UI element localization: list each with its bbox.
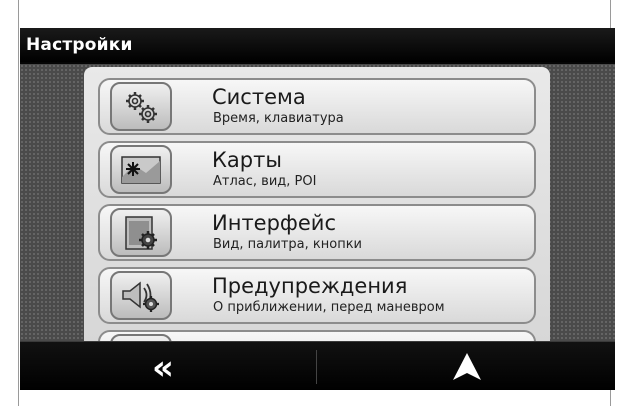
menu-item-icon-box xyxy=(110,334,172,341)
back-double-chevron-icon: « xyxy=(152,348,174,388)
frame-line-left xyxy=(18,0,19,406)
menu-item-sublabel: Вид, палитра, кнопки xyxy=(213,237,363,252)
title-bar: Настройки xyxy=(20,28,615,62)
gears-icon xyxy=(126,92,157,123)
menu-item-icon-box xyxy=(110,271,172,320)
back-button[interactable]: « xyxy=(20,342,316,390)
menu-item-label: Предупреждения xyxy=(212,274,408,298)
menu-item-label: Интерфейс xyxy=(212,211,336,235)
navigate-button[interactable] xyxy=(318,342,615,390)
menu-item-system[interactable]: Система Время, клавиатура xyxy=(98,78,536,135)
toolbar-divider xyxy=(316,350,317,384)
menu-item-icon-box xyxy=(110,208,172,257)
menu-item-icon-box xyxy=(110,82,172,131)
settings-content: Система Время, клавиатура Карты Атлас, в… xyxy=(20,64,615,341)
map-icon xyxy=(121,156,161,184)
menu-item-sublabel: Атлас, вид, POI xyxy=(213,174,317,189)
menu-item-interface[interactable]: Интерфейс Вид, палитра, кнопки xyxy=(98,204,536,261)
menu-item-label: Карты xyxy=(212,148,282,172)
navigation-arrow-icon xyxy=(453,353,481,380)
menu-item-warnings[interactable]: Предупреждения О приближении, перед мане… xyxy=(98,267,536,324)
menu-item-sublabel: О приближении, перед маневром xyxy=(213,300,445,315)
interface-settings-icon xyxy=(125,216,157,250)
device-screen: Настройки Система Время, клавиатура Карт… xyxy=(20,28,615,390)
menu-item-partial[interactable] xyxy=(98,330,536,341)
bottom-toolbar: « xyxy=(20,341,615,390)
menu-item-icon-box xyxy=(110,145,172,194)
page-title: Настройки xyxy=(26,35,133,55)
menu-item-label: Система xyxy=(212,85,306,109)
menu-item-maps[interactable]: Карты Атлас, вид, POI xyxy=(98,141,536,198)
menu-item-sublabel: Время, клавиатура xyxy=(213,111,344,126)
speaker-warning-icon xyxy=(122,281,159,312)
